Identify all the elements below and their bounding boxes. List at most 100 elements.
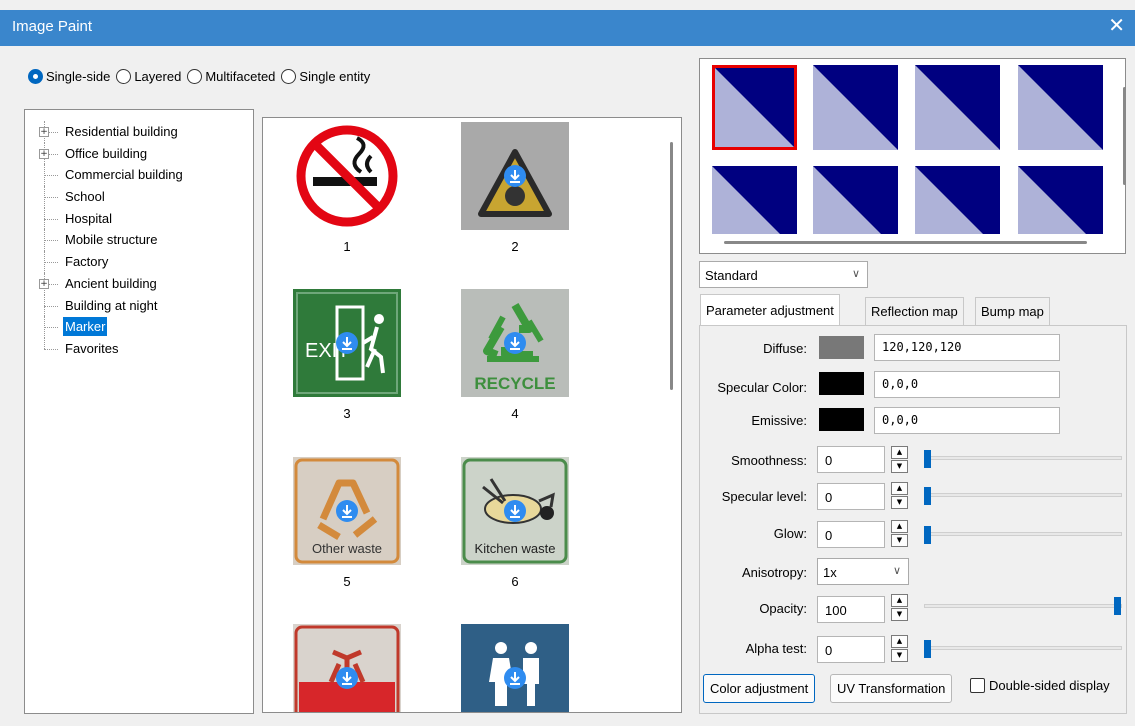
checkbox-box-icon[interactable] bbox=[970, 678, 985, 693]
spin-up-icon[interactable]: ▲ bbox=[891, 594, 908, 607]
smoothness-stepper[interactable]: ▲ ▼ bbox=[891, 446, 908, 473]
specular-level-stepper[interactable]: ▲ ▼ bbox=[891, 482, 908, 509]
smoothness-slider-thumb[interactable] bbox=[924, 450, 931, 468]
tree-item-hospital[interactable]: Hospital bbox=[25, 207, 253, 230]
texture-swatch-icon bbox=[915, 166, 1000, 234]
diffuse-value-field[interactable]: 120,120,120 bbox=[874, 334, 1060, 361]
spin-down-icon[interactable]: ▼ bbox=[891, 496, 908, 509]
close-icon[interactable]: ✕ bbox=[1108, 15, 1125, 37]
tab-parameter-adjustment[interactable]: Parameter adjustment bbox=[700, 294, 840, 326]
spin-up-icon[interactable]: ▲ bbox=[891, 635, 908, 648]
tree-item-building-at-night[interactable]: Building at night bbox=[25, 294, 253, 317]
opacity-slider-track[interactable] bbox=[924, 604, 1122, 608]
specular-color-swatch[interactable] bbox=[819, 372, 864, 395]
diffuse-color-swatch[interactable] bbox=[819, 336, 864, 359]
expand-plus-icon[interactable]: + bbox=[39, 127, 49, 137]
emissive-value-field[interactable]: 0,0,0 bbox=[874, 407, 1060, 434]
tab-bump-map[interactable]: Bump map bbox=[975, 297, 1050, 325]
anisotropy-label: Anisotropy: bbox=[741, 565, 807, 580]
radio-single-entity[interactable]: Single entity bbox=[281, 68, 370, 84]
texture-tile[interactable] bbox=[915, 166, 1000, 234]
download-icon[interactable] bbox=[336, 667, 358, 689]
tree-item-residential-building[interactable]: + Residential building bbox=[25, 121, 253, 143]
tree-item-school[interactable]: School bbox=[25, 186, 253, 208]
uv-transformation-button[interactable]: UV Transformation bbox=[830, 674, 953, 703]
tab-reflection-map[interactable]: Reflection map bbox=[865, 297, 964, 325]
tree-item-factory[interactable]: Factory bbox=[25, 251, 253, 273]
download-icon[interactable] bbox=[504, 667, 526, 689]
alpha-test-input[interactable]: 0 bbox=[817, 636, 885, 663]
gallery-item-other-waste[interactable]: Other waste bbox=[293, 457, 401, 565]
alpha-test-slider-thumb[interactable] bbox=[924, 640, 931, 658]
texture-tile[interactable] bbox=[1018, 65, 1103, 150]
download-icon[interactable] bbox=[504, 165, 526, 187]
alpha-test-stepper[interactable]: ▲ ▼ bbox=[891, 635, 908, 662]
specular-level-slider-track[interactable] bbox=[924, 493, 1122, 497]
tree-item-favorites[interactable]: Favorites bbox=[25, 337, 253, 360]
opacity-input[interactable]: 100 bbox=[817, 596, 885, 623]
tree-item-ancient-building[interactable]: + Ancient building bbox=[25, 272, 253, 295]
spin-down-icon[interactable]: ▼ bbox=[891, 534, 908, 547]
color-adjustment-button[interactable]: Color adjustment bbox=[703, 674, 816, 703]
radio-single-side[interactable]: Single-side bbox=[28, 68, 110, 84]
download-icon[interactable] bbox=[336, 500, 358, 522]
gallery-item-exit[interactable]: EXIT bbox=[293, 289, 401, 397]
spin-down-icon[interactable]: ▼ bbox=[891, 649, 908, 662]
smoothness-input[interactable]: 0 bbox=[817, 446, 885, 473]
texture-tile[interactable] bbox=[1018, 166, 1103, 234]
glow-slider-track[interactable] bbox=[924, 532, 1122, 536]
anisotropy-select[interactable]: 1x ∨ bbox=[817, 558, 909, 585]
texture-tile[interactable] bbox=[712, 166, 797, 234]
texture-tile[interactable] bbox=[712, 65, 797, 150]
specular-level-input[interactable]: 0 bbox=[817, 483, 885, 510]
radio-layered[interactable]: Layered bbox=[116, 68, 181, 84]
gallery-item-warning[interactable] bbox=[461, 122, 569, 230]
spin-up-icon[interactable]: ▲ bbox=[891, 446, 908, 459]
tree-item-office-building[interactable]: + Office building bbox=[25, 142, 253, 165]
radio-circle-icon[interactable] bbox=[116, 68, 132, 84]
texture-tile[interactable] bbox=[813, 166, 898, 234]
material-type-select[interactable]: Standard ∨ bbox=[699, 261, 868, 288]
texture-swatch-icon bbox=[712, 166, 797, 234]
expand-plus-icon[interactable]: + bbox=[39, 148, 49, 159]
double-sided-display-checkbox[interactable]: Double-sided display bbox=[970, 678, 1110, 693]
specular-color-value-field[interactable]: 0,0,0 bbox=[874, 371, 1060, 398]
download-icon[interactable] bbox=[504, 332, 526, 354]
radio-label: Multifaceted bbox=[205, 68, 276, 84]
alpha-test-slider-track[interactable] bbox=[924, 646, 1122, 650]
gallery-item-hazardous-waste[interactable] bbox=[293, 624, 401, 712]
gallery-item-restroom[interactable] bbox=[461, 624, 569, 712]
tree-item-commercial-building[interactable]: Commercial building bbox=[25, 164, 253, 187]
gallery-item-no-smoking[interactable] bbox=[293, 122, 401, 230]
radio-circle-icon[interactable] bbox=[187, 68, 203, 84]
tree-item-marker[interactable]: Marker bbox=[25, 316, 253, 338]
emissive-color-swatch[interactable] bbox=[819, 408, 864, 431]
specular-level-slider-thumb[interactable] bbox=[924, 487, 931, 505]
expand-plus-icon[interactable]: + bbox=[39, 278, 49, 289]
smoothness-slider-track[interactable] bbox=[924, 456, 1122, 460]
texture-tile[interactable] bbox=[915, 65, 1000, 150]
spin-down-icon[interactable]: ▼ bbox=[891, 460, 908, 473]
spin-up-icon[interactable]: ▲ bbox=[891, 520, 908, 533]
opacity-slider-thumb[interactable] bbox=[1114, 597, 1121, 615]
spin-up-icon[interactable]: ▲ bbox=[891, 482, 908, 495]
gallery-scrollbar[interactable] bbox=[670, 142, 673, 390]
radio-multifaceted[interactable]: Multifaceted bbox=[187, 68, 276, 84]
opacity-stepper[interactable]: ▲ ▼ bbox=[891, 594, 908, 621]
tree-item-mobile-structure[interactable]: Mobile structure bbox=[25, 229, 253, 252]
gallery-item-kitchen-waste[interactable]: Kitchen waste bbox=[461, 457, 569, 565]
kitchen-waste-sign-text: Kitchen waste bbox=[475, 541, 556, 556]
download-icon[interactable] bbox=[336, 332, 358, 354]
spin-down-icon[interactable]: ▼ bbox=[891, 608, 908, 621]
preview-vertical-scrollbar[interactable] bbox=[1123, 87, 1126, 185]
gallery-item-number: 2 bbox=[511, 239, 519, 254]
texture-tile[interactable] bbox=[813, 65, 898, 150]
download-icon[interactable] bbox=[504, 500, 526, 522]
glow-slider-thumb[interactable] bbox=[924, 526, 931, 544]
preview-horizontal-scrollbar[interactable] bbox=[724, 241, 1087, 244]
radio-circle-icon[interactable] bbox=[28, 68, 43, 84]
glow-input[interactable]: 0 bbox=[817, 521, 885, 548]
glow-stepper[interactable]: ▲ ▼ bbox=[891, 520, 908, 547]
gallery-item-recycle[interactable]: RECYCLE bbox=[461, 289, 569, 397]
radio-circle-icon[interactable] bbox=[281, 68, 297, 84]
